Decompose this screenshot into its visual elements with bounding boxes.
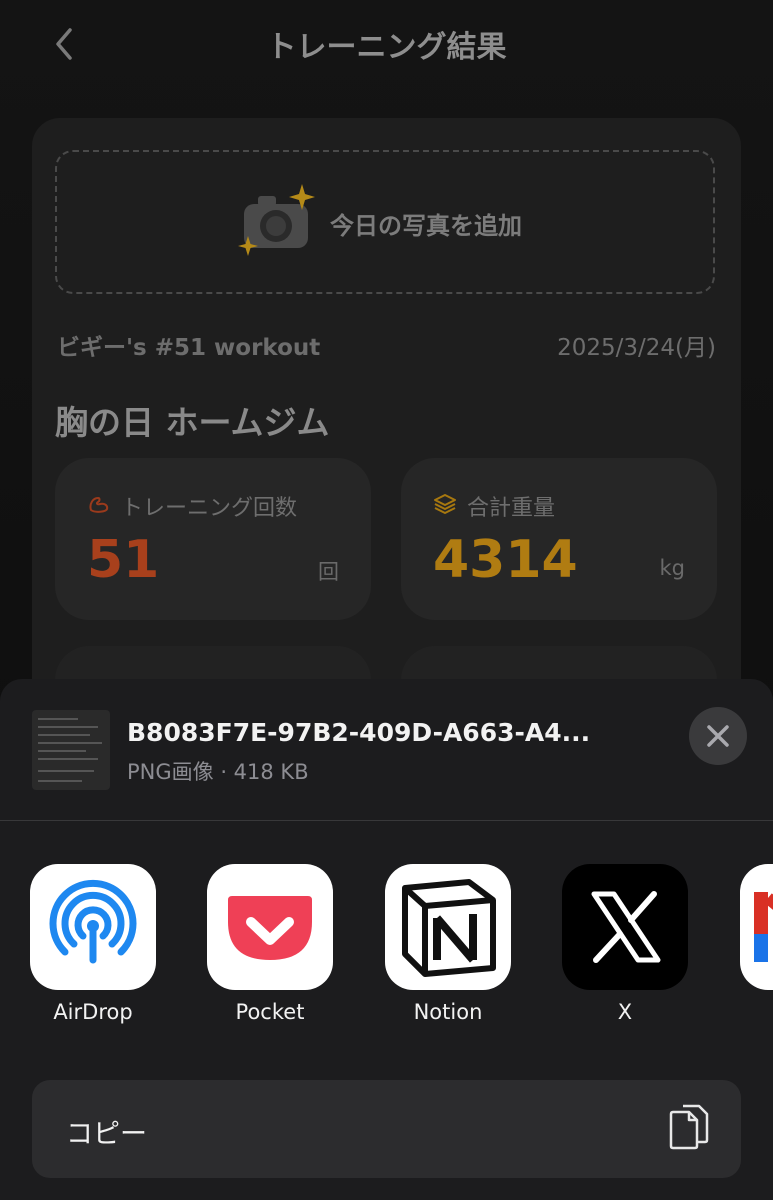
muscle-icon <box>89 496 109 513</box>
share-app-mail-partial[interactable] <box>740 864 773 990</box>
add-photo-label: 今日の写真を追加 <box>330 212 522 240</box>
stat-label: 合計重量 <box>467 496 556 521</box>
file-name: B8083F7E-97B2-409D-A663-A4... <box>127 718 591 747</box>
share-app-pocket[interactable]: Pocket <box>207 864 333 1024</box>
stat-card-weight: 合計重量 4314 kg <box>401 458 717 620</box>
copy-label: コピー <box>66 1119 147 1150</box>
app-label: AirDrop <box>53 1000 133 1024</box>
app-label: Pocket <box>235 1000 305 1024</box>
stat-card-reps: トレーニング回数 51 回 <box>55 458 371 620</box>
divider <box>0 820 773 821</box>
workout-date: 2025/3/24(月) <box>557 335 716 361</box>
file-meta: PNG画像 · 418 KB <box>127 760 309 784</box>
share-app-airdrop[interactable]: AirDrop <box>30 864 156 1024</box>
layers-icon <box>434 494 456 514</box>
mail-icon <box>740 864 773 990</box>
app-label: X <box>617 1000 633 1024</box>
app-label: Notion <box>413 1000 483 1024</box>
copy-icon <box>669 1104 709 1150</box>
close-button[interactable] <box>689 707 747 765</box>
close-icon <box>707 725 729 747</box>
share-app-x[interactable]: X <box>562 864 688 1024</box>
stat-unit: kg <box>659 556 686 580</box>
camera-icon <box>236 182 320 262</box>
stat-value: 51 <box>87 530 160 590</box>
copy-action[interactable]: コピー <box>32 1080 741 1178</box>
page-title: トレーニング結果 <box>266 30 507 65</box>
airdrop-icon <box>30 864 156 990</box>
file-thumbnail <box>32 710 110 790</box>
pocket-icon <box>207 864 333 990</box>
share-app-notion[interactable]: Notion <box>385 864 511 1024</box>
stat-value: 4314 <box>433 530 578 590</box>
stat-label: トレーニング回数 <box>121 496 298 521</box>
x-icon <box>562 864 688 990</box>
workout-name: ビギー's #51 workout <box>57 335 321 361</box>
stat-unit: 回 <box>318 560 339 584</box>
session-title: 胸の日 ホームジム <box>55 403 330 442</box>
notion-icon <box>385 864 511 990</box>
